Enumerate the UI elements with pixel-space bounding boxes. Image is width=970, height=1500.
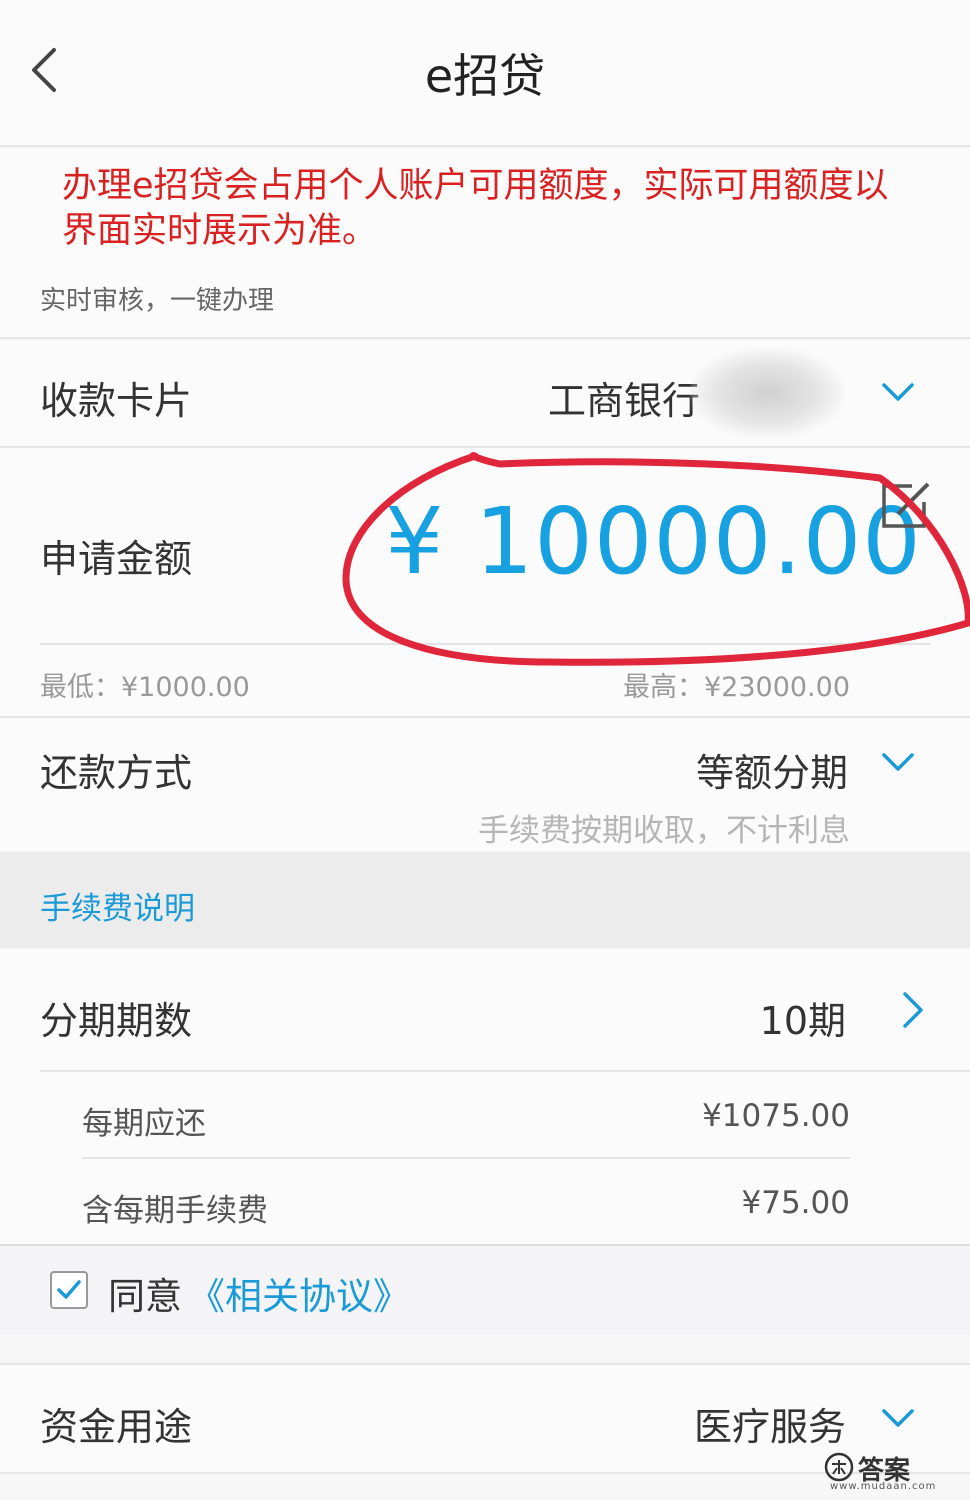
notice-subtitle: 实时审核，一键办理 [40,286,275,316]
fee-explanation-link[interactable]: 手续费说明 [40,883,195,928]
per-fee-value: ¥75.00 [741,1185,850,1221]
page-title: e招贷 [424,49,546,103]
card-value[interactable]: 工商银行 [548,370,700,425]
amount-max: 最高：¥23000.00 [622,672,850,703]
repay-note: 手续费按期收取，不计利息 [478,813,850,849]
chevron-right-icon[interactable] [892,990,932,1030]
chevron-down-icon[interactable] [878,742,918,782]
per-period-value: ¥1075.00 [702,1098,850,1134]
period-label: 分期期数 [40,999,193,1043]
repay-value[interactable]: 等额分期 [696,742,848,797]
agree-checkbox[interactable] [50,1271,88,1309]
divider [40,1070,970,1072]
amount-min: 最低：¥1000.00 [40,672,250,703]
checkmark-icon [57,1280,81,1299]
divider [0,1363,970,1365]
per-fee-label: 含每期手续费 [82,1193,268,1229]
chevron-down-icon[interactable] [878,372,918,412]
agreement-link[interactable]: 《相关协议》 [188,1266,410,1320]
divider [0,145,970,147]
divider [0,337,970,339]
card-label: 收款卡片 [40,379,193,423]
amount-label: 申请金额 [40,537,193,581]
hand-drawn-circle-annotation [342,452,970,666]
usage-label: 资金用途 [40,1405,193,1449]
usage-value[interactable]: 医疗服务 [694,1396,846,1451]
per-period-label: 每期应还 [82,1106,206,1142]
repay-label: 还款方式 [40,751,193,795]
period-value[interactable]: 10期 [760,990,846,1045]
divider [82,1157,850,1159]
chevron-down-icon[interactable] [878,1398,918,1438]
watermark-url: www.mudaan.com [830,1481,937,1492]
notice-text: 办理e招贷会占用个人账户可用额度，实际可用额度以界面实时展示为准。 [62,166,889,251]
divider [0,1244,970,1246]
watermark-logo-icon [824,1452,854,1482]
agree-text: 同意 [108,1275,182,1318]
card-number-blur [690,348,845,438]
